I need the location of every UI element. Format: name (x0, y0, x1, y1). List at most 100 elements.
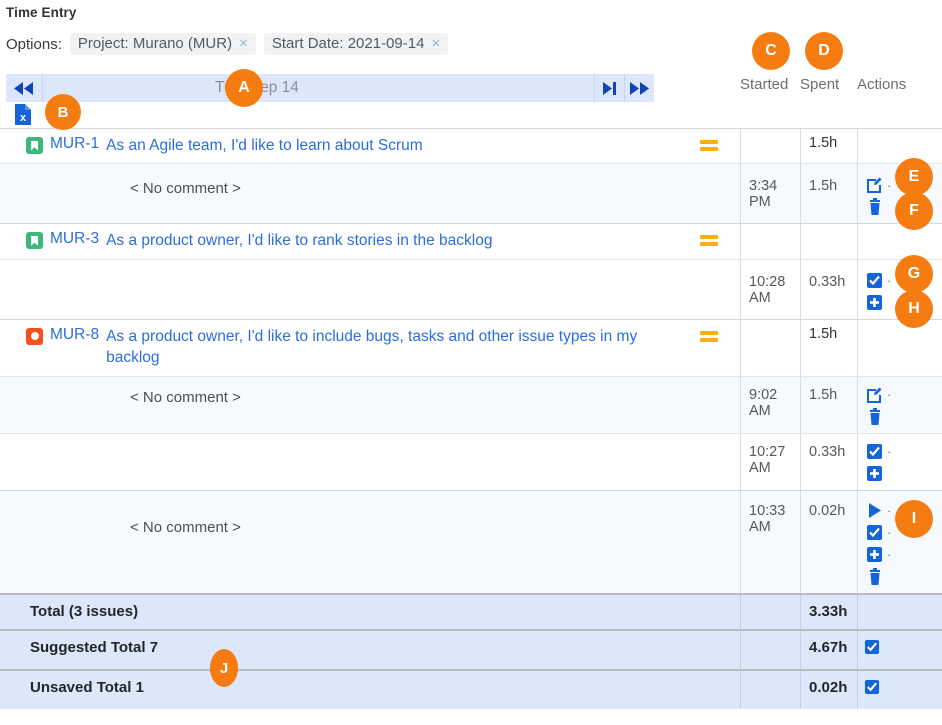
callout-badge-c: C (752, 32, 790, 70)
filter-chip-start-date-label: Start Date: 2021-09-14 (272, 35, 425, 52)
callout-badge-j: J (210, 649, 238, 687)
checkbox-checked-icon[interactable] (864, 679, 882, 697)
issue-line: MUR-1 As an Agile team, I'd like to lear… (0, 135, 740, 156)
add-icon[interactable] (866, 294, 884, 312)
issue-line: MUR-3 As a product owner, I'd like to ra… (0, 230, 740, 251)
spent-cell: 1.5h (800, 377, 857, 433)
total-label: Unsaved Total 1 (0, 671, 740, 709)
time-entry-app: Time Entry Options: Project: Murano (MUR… (0, 0, 942, 725)
total-actions-cell (857, 671, 942, 709)
comment-cell: < No comment > (0, 491, 740, 593)
callout-badge-h: H (895, 290, 933, 328)
table-row[interactable]: 10:28 AM 0.33h · (0, 259, 942, 319)
options-label: Options: (6, 36, 62, 53)
started-cell: 10:33 AM (740, 491, 800, 593)
check-icon[interactable] (866, 443, 884, 461)
play-icon[interactable] (866, 502, 884, 520)
table-row[interactable]: < No comment > 10:33 AM 0.02h · (0, 490, 942, 593)
svg-text:x: x (20, 112, 27, 124)
started-cell (740, 224, 800, 258)
edit-icon[interactable] (866, 386, 884, 404)
issue-key-link[interactable]: MUR-3 (50, 230, 99, 248)
comment-cell: < No comment > (0, 377, 740, 433)
spent-cell (800, 224, 857, 258)
total-actions-cell (857, 595, 942, 629)
comment-cell (0, 260, 740, 319)
separator-dot: · (887, 548, 891, 561)
delete-icon[interactable] (866, 408, 884, 426)
total-started-cell (740, 671, 800, 709)
add-icon[interactable] (866, 465, 884, 483)
actions-cell: · (857, 434, 942, 490)
story-type-icon (26, 137, 43, 154)
total-label: Total (3 issues) (0, 595, 740, 629)
close-icon[interactable]: × (431, 36, 440, 51)
issue-cell: MUR-3 As a product owner, I'd like to ra… (0, 224, 740, 258)
issue-summary[interactable]: As a product owner, I'd like to rank sto… (106, 230, 492, 251)
started-cell (740, 129, 800, 163)
comment-cell (0, 434, 740, 490)
started-cell: 3:34 PM (740, 164, 800, 223)
spent-cell: 0.33h (800, 434, 857, 490)
table-row[interactable]: < No comment > 9:02 AM 1.5h · (0, 376, 942, 433)
actions-cell: · (857, 377, 942, 433)
issue-key-link[interactable]: MUR-1 (50, 135, 99, 153)
issue-summary[interactable]: As a product owner, I'd like to include … (106, 326, 686, 369)
actions-cell (857, 224, 942, 258)
total-row: Total (3 issues) 3.33h (0, 593, 942, 629)
page-title: Time Entry (6, 5, 77, 20)
filter-chip-start-date[interactable]: Start Date: 2021-09-14 × (264, 33, 448, 55)
total-spent-value: 4.67h (800, 631, 857, 669)
edit-icon[interactable] (866, 176, 884, 194)
options-bar: Options: Project: Murano (MUR) × Start D… (6, 33, 448, 55)
table-row[interactable]: 10:27 AM 0.33h · (0, 433, 942, 490)
comment-text: < No comment > (0, 519, 740, 536)
started-cell (740, 320, 800, 376)
medium-priority-icon (700, 331, 718, 342)
column-headers: Started Spent Actions (0, 76, 942, 100)
issue-cell: MUR-8 As a product owner, I'd like to in… (0, 320, 740, 376)
time-entry-table: MUR-1 As an Agile team, I'd like to lear… (0, 128, 942, 709)
medium-priority-icon (700, 235, 718, 246)
comment-text: < No comment > (0, 389, 740, 406)
table-row[interactable]: < No comment > 3:34 PM 1.5h · (0, 163, 942, 223)
filter-chip-project-label: Project: Murano (MUR) (78, 35, 232, 52)
spent-cell: 1.5h (800, 164, 857, 223)
filter-chip-project[interactable]: Project: Murano (MUR) × (70, 33, 256, 55)
actions-cell (857, 320, 942, 376)
issue-key-link[interactable]: MUR-8 (50, 326, 99, 344)
add-icon[interactable] (866, 546, 884, 564)
close-icon[interactable]: × (239, 36, 248, 51)
table-row[interactable]: MUR-1 As an Agile team, I'd like to lear… (0, 128, 942, 163)
callout-badge-g: G (895, 255, 933, 293)
delete-icon[interactable] (866, 198, 884, 216)
check-icon[interactable] (866, 272, 884, 290)
excel-export-icon[interactable]: x (14, 104, 32, 126)
total-row: Unsaved Total 1 0.02h (0, 669, 942, 709)
total-started-cell (740, 595, 800, 629)
delete-icon[interactable] (866, 568, 884, 586)
started-cell: 9:02 AM (740, 377, 800, 433)
table-row[interactable]: MUR-3 As a product owner, I'd like to ra… (0, 223, 942, 258)
total-label: Suggested Total 7 (0, 631, 740, 669)
spent-cell: 0.02h (800, 491, 857, 593)
total-started-cell (740, 631, 800, 669)
separator-dot: · (887, 526, 891, 539)
bug-type-icon (26, 328, 43, 345)
actions-cell (857, 129, 942, 163)
comment-cell: < No comment > (0, 164, 740, 223)
comment-text: < No comment > (0, 180, 740, 197)
issue-summary[interactable]: As an Agile team, I'd like to learn abou… (106, 135, 423, 156)
callout-badge-i: I (895, 500, 933, 538)
checkbox-checked-icon[interactable] (864, 639, 882, 657)
total-spent-value: 0.02h (800, 671, 857, 709)
separator-dot: · (887, 504, 891, 517)
medium-priority-icon (700, 140, 718, 151)
total-actions-cell (857, 631, 942, 669)
callout-badge-b: B (45, 94, 81, 130)
callout-badge-f: F (895, 192, 933, 230)
separator-dot: · (887, 388, 891, 401)
column-header-started: Started (740, 76, 788, 93)
check-icon[interactable] (866, 524, 884, 542)
table-row[interactable]: MUR-8 As a product owner, I'd like to in… (0, 319, 942, 376)
